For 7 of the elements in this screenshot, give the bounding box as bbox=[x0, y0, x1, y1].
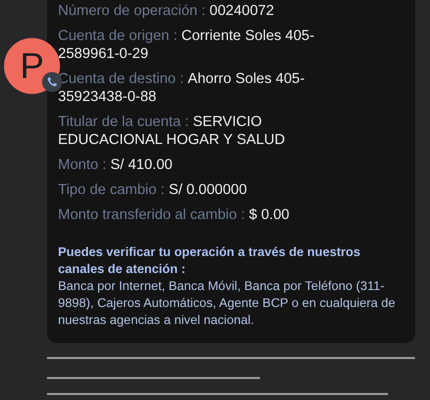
detail-line: Cuenta de origen : Corriente Soles 405-2589961-0-29 bbox=[58, 27, 316, 63]
detail-line: Número de operación : 00240072 bbox=[58, 2, 276, 20]
detail-line: Monto : S/ 410.00 bbox=[58, 156, 174, 174]
detail-line: Tipo de cambio : S/ 0.000000 bbox=[58, 181, 248, 199]
notice-text: Puedes verificar tu operación a través de nuestros canales de atención : Banca por Internet, Banca Móvil, Banca por Teléfono (311-9898), Cajeros Automáticos, Agente BCP o en cualquiera de nuestras agencias a nivel nacional. bbox=[58, 244, 396, 329]
detail-line: Titular de la cuenta : SERVICIO EDUCACIONAL HOGAR Y SALUD bbox=[58, 113, 286, 149]
detail-line: Monto transferido al cambio : $ 0.00 bbox=[58, 206, 290, 224]
